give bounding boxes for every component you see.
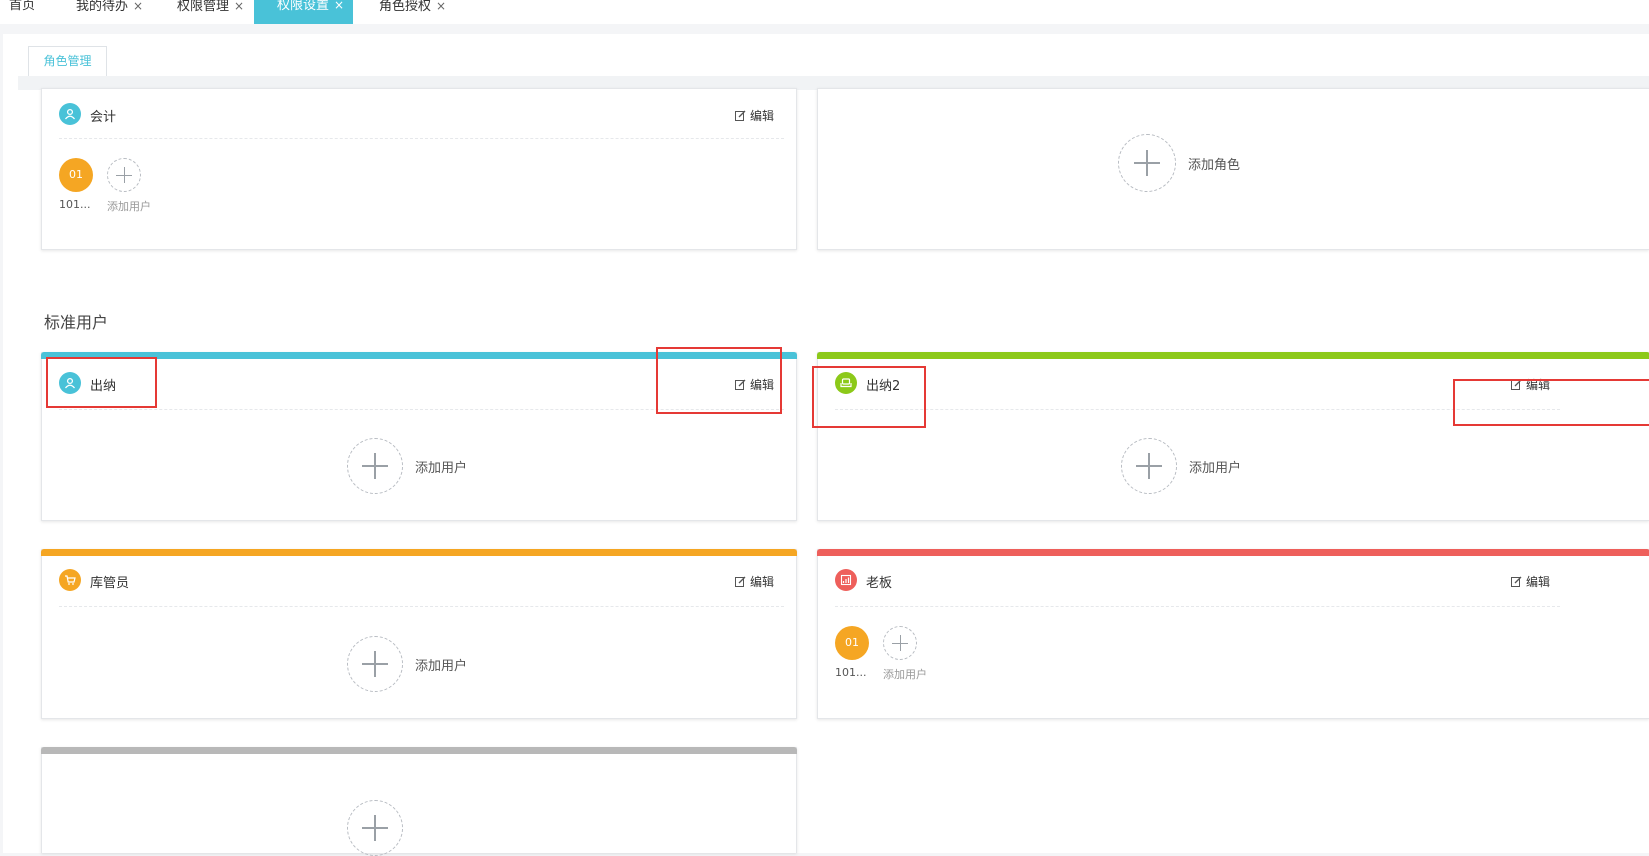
plus-icon [347, 636, 403, 692]
edit-button[interactable]: 编辑 [1510, 573, 1550, 590]
edit-button[interactable]: 编辑 [1510, 376, 1550, 393]
top-tab-bar: 首页 我的待办 × 权限管理 × 权限设置 × 角色授权 × [0, 0, 1649, 24]
add-user-label: 添加用户 [415, 460, 468, 476]
edit-icon [1510, 379, 1522, 390]
add-user-label: 添加用户 [883, 668, 927, 681]
role-name: 会计 [90, 110, 117, 125]
card-header: 出纳2 编辑 [835, 357, 1560, 410]
add-user-button[interactable] [347, 800, 403, 856]
plus-icon [347, 438, 403, 494]
add-user-label: 添加用户 [1189, 460, 1242, 476]
edit-icon [734, 379, 746, 390]
tab-label: 权限设置 [277, 0, 330, 13]
add-user-label: 添加用户 [415, 658, 468, 674]
plus-icon [1118, 134, 1176, 192]
tab-permission-settings[interactable]: 权限设置 × [254, 0, 354, 24]
user-item[interactable]: 01 101... [835, 626, 881, 682]
avatar: 01 [59, 158, 93, 192]
edit-label: 编辑 [749, 575, 774, 589]
edit-icon [734, 576, 746, 587]
close-icon[interactable]: × [133, 0, 143, 13]
plus-icon [1121, 438, 1177, 494]
user-item[interactable]: 01 101... [59, 158, 105, 214]
close-icon[interactable]: × [334, 0, 344, 12]
edit-label: 编辑 [1525, 575, 1550, 589]
edit-label: 编辑 [749, 378, 774, 392]
tab-role-authorization[interactable]: 角色授权 × [379, 0, 446, 24]
edit-label: 编辑 [749, 109, 774, 123]
sub-tab-bar: 角色管理 [18, 46, 1649, 77]
card-header: 库管员 编辑 [59, 554, 784, 607]
tab-role-management[interactable]: 角色管理 [28, 46, 107, 77]
add-user-button[interactable]: 添加用户 [347, 636, 467, 692]
close-icon[interactable]: × [436, 0, 446, 13]
tab-label: 首页 [9, 0, 36, 13]
tab-label: 角色授权 [379, 0, 432, 14]
role-card-chuna: 出纳 编辑 添加用户 [41, 352, 797, 521]
card-color-bar [41, 747, 797, 754]
plus-icon [107, 158, 141, 192]
edit-icon [1510, 576, 1522, 587]
tab-label: 权限管理 [177, 0, 230, 14]
cart-icon [59, 569, 81, 591]
plus-icon [883, 626, 917, 660]
plus-icon [347, 800, 403, 856]
edit-label: 编辑 [1525, 378, 1550, 392]
section-title: 标准用户 [44, 313, 109, 332]
add-user-button[interactable]: 添加用户 [1121, 438, 1241, 494]
edit-button[interactable]: 编辑 [734, 573, 774, 590]
add-user-label: 添加用户 [107, 200, 151, 213]
add-role-card[interactable]: 添加角色 [817, 88, 1649, 250]
role-card-kuguanyuan: 库管员 编辑 添加用户 [41, 549, 797, 719]
role-name: 出纳2 [866, 379, 901, 394]
add-role-label: 添加角色 [1188, 157, 1241, 173]
avatar: 01 [835, 626, 869, 660]
tab-label: 我的待办 [76, 0, 129, 14]
edit-icon [734, 110, 746, 121]
role-card-kuaiji: 会计 编辑 01 101... 添加用户 [41, 88, 797, 250]
user-name: 101... [59, 198, 91, 211]
user-list: 01 101... 添加用户 [835, 626, 931, 682]
add-user-button[interactable]: 添加用户 [883, 626, 929, 682]
sofa-icon [835, 372, 857, 394]
edit-button[interactable]: 编辑 [734, 376, 774, 393]
user-name: 101... [835, 666, 867, 679]
edit-button[interactable]: 编辑 [734, 107, 774, 124]
role-name: 库管员 [90, 576, 130, 591]
user-list: 01 101... 添加用户 [59, 158, 155, 214]
tab-home[interactable]: 首页 [9, 0, 35, 24]
user-icon [59, 103, 81, 125]
add-user-button[interactable]: 添加用户 [107, 158, 153, 214]
role-name: 老板 [866, 576, 893, 591]
role-card-chuna2: 出纳2 编辑 添加用户 [817, 352, 1649, 521]
role-card-unnamed [41, 747, 797, 856]
card-header: 出纳 编辑 [59, 357, 784, 410]
role-card-laoban: 老板 编辑 01 101... 添加用户 [817, 549, 1649, 719]
add-user-button[interactable]: 添加用户 [347, 438, 467, 494]
role-name: 出纳 [90, 379, 117, 394]
add-role-button[interactable]: 添加角色 [1118, 134, 1240, 192]
card-header: 老板 编辑 [835, 554, 1560, 607]
chart-icon [835, 569, 857, 591]
tab-permission-management[interactable]: 权限管理 × [177, 0, 244, 24]
card-header: 会计 编辑 [59, 89, 784, 139]
close-icon[interactable]: × [234, 0, 244, 13]
user-icon [59, 372, 81, 394]
tab-my-todo[interactable]: 我的待办 × [76, 0, 143, 24]
